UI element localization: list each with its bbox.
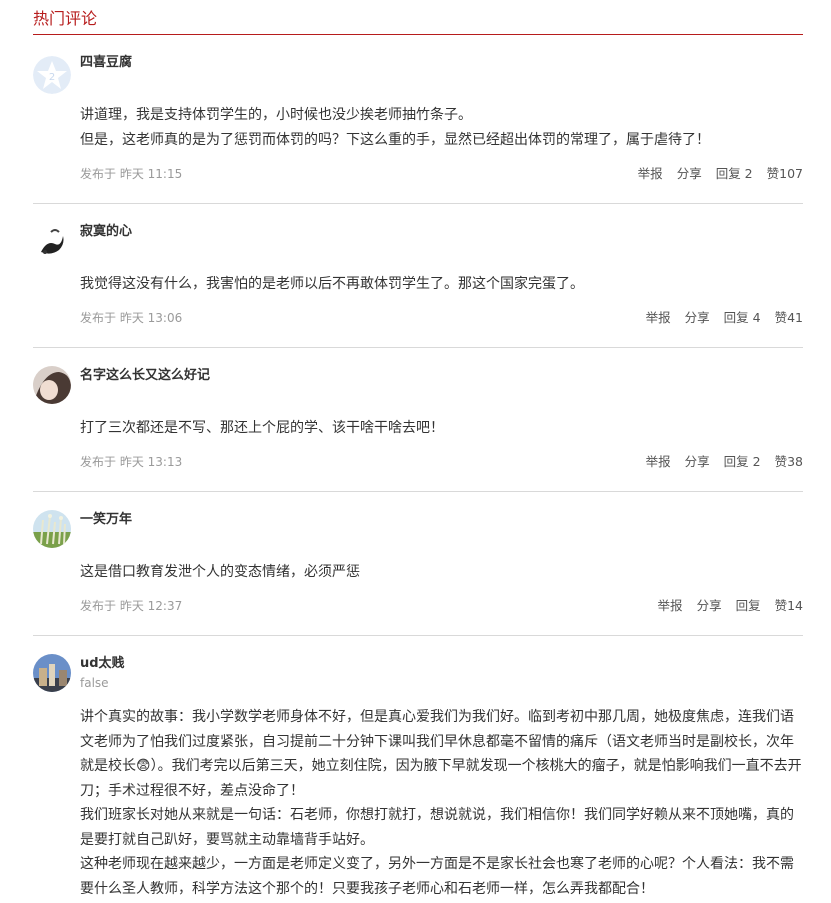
share-button[interactable]: 分享 (685, 307, 710, 326)
reply-button[interactable]: 回复 (736, 595, 761, 614)
report-button[interactable]: 举报 (646, 307, 671, 326)
comment-text: 打了三次都还是不写、那还上个屁的学、该干啥干啥去吧！ (80, 416, 803, 441)
comment-paragraph: 讲道理，我是支持体罚学生的，小时候也没少挨老师抽竹条子。 (80, 107, 472, 123)
reply-button[interactable]: 回复 4 (724, 307, 761, 326)
username[interactable]: 一笑万年 (80, 511, 132, 529)
avatar[interactable] (33, 222, 71, 260)
avatar[interactable] (33, 654, 71, 692)
username[interactable]: ud太贱 (80, 655, 125, 673)
username[interactable]: 寂寞的心 (80, 223, 132, 241)
hot-comments-section: 热门评论 2 四喜豆腐 讲道理，我是支持体罚学生的，小时候也没少挨老师抽竹条子。… (0, 0, 831, 903)
section-header: 热门评论 (33, 8, 803, 35)
comment-text: 这是借口教育发泄个人的变态情绪，必须严惩 (80, 560, 803, 585)
like-button[interactable]: 赞107 (767, 163, 803, 182)
comment-item: 寂寞的心 我觉得这没有什么，我害怕的是老师以后不再敢体罚学生了。那这个国家完蛋了… (33, 204, 803, 348)
post-time: 发布于 昨天 12:37 (80, 599, 183, 613)
comment-item: 名字这么长又这么好记 打了三次都还是不写、那还上个屁的学、该干啥干啥去吧！ 发布… (33, 348, 803, 492)
user-subtitle: false (80, 676, 109, 690)
comment-text: 我觉得这没有什么，我害怕的是老师以后不再敢体罚学生了。那这个国家完蛋了。 (80, 272, 803, 297)
comment-paragraph: 我觉得这没有什么，我害怕的是老师以后不再敢体罚学生了。那这个国家完蛋了。 (80, 276, 584, 292)
comment-meta: 发布于 昨天 11:15 举报 分享 回复 2 赞107 (80, 163, 803, 181)
report-button[interactable]: 举报 (638, 163, 663, 182)
post-time: 发布于 昨天 11:15 (80, 167, 183, 181)
user-avatar-image (33, 654, 71, 692)
avatar[interactable] (33, 366, 71, 404)
share-button[interactable]: 分享 (677, 163, 702, 182)
avatar[interactable]: 2 (33, 56, 71, 94)
comment-paragraph: 但是，这老师真的是为了惩罚而体罚的吗？下这么重的手，显然已经超出体罚的常理了，属… (80, 131, 710, 148)
like-button[interactable]: 赞38 (775, 451, 803, 470)
comment-actions: 举报 分享 回复 2 赞38 (646, 451, 803, 470)
comment-paragraph: 打了三次都还是不写、那还上个屁的学、该干啥干啥去吧！ (80, 420, 444, 436)
default-avatar-icon: 2 (33, 56, 71, 94)
username[interactable]: 四喜豆腐 (80, 54, 132, 72)
comment-actions: 举报 分享 回复 2 赞107 (638, 163, 803, 182)
comment-text: 讲道理，我是支持体罚学生的，小时候也没少挨老师抽竹条子。 但是，这老师真的是为了… (80, 103, 803, 152)
comment-meta: 发布于 昨天 13:06 举报 分享 回复 4 赞41 (80, 307, 803, 325)
reply-button[interactable]: 回复 2 (716, 163, 753, 182)
report-button[interactable]: 举报 (646, 451, 671, 470)
comment-paragraph: 我们班家长对她从来就是一句话：石老师，你想打就打，想说就说，我们相信你！我们同学… (80, 807, 794, 848)
user-avatar-image (33, 366, 71, 404)
comment-paragraph: 这是借口教育发泄个人的变态情绪，必须严惩 (80, 564, 360, 580)
avatar[interactable] (33, 510, 71, 548)
post-time: 发布于 昨天 13:06 (80, 311, 183, 325)
comment-meta: 发布于 昨天 13:13 举报 分享 回复 2 赞38 (80, 451, 803, 469)
comment-paragraph: 这种老师现在越来越少，一方面是老师定义变了，另外一方面是不是家长社会也寒了老师的… (80, 856, 794, 897)
user-avatar-image (33, 510, 71, 548)
share-button[interactable]: 分享 (685, 451, 710, 470)
comment-item: ud太贱 false 讲个真实的故事：我小学数学老师身体不好，但是真心爱我们为我… (33, 636, 803, 903)
share-button[interactable]: 分享 (697, 595, 722, 614)
comment-actions: 举报 分享 回复 赞14 (658, 595, 803, 614)
comment-item: 一笑万年 这是借口教育发泄个人的变态情绪，必须严惩 发布于 昨天 12:37 举… (33, 492, 803, 636)
comment-meta: 发布于 昨天 12:37 举报 分享 回复 赞14 (80, 595, 803, 613)
user-avatar-image (33, 222, 71, 260)
svg-text:2: 2 (49, 72, 55, 83)
comment-paragraph: 讲个真实的故事：我小学数学老师身体不好，但是真心爱我们为我们好。临到考初中那几周… (80, 709, 802, 799)
comment-text: 讲个真实的故事：我小学数学老师身体不好，但是真心爱我们为我们好。临到考初中那几周… (80, 705, 803, 901)
comment-actions: 举报 分享 回复 4 赞41 (646, 307, 803, 326)
section-title: 热门评论 (33, 9, 98, 28)
like-button[interactable]: 赞14 (775, 595, 803, 614)
report-button[interactable]: 举报 (658, 595, 683, 614)
reply-button[interactable]: 回复 2 (724, 451, 761, 470)
comment-item: 2 四喜豆腐 讲道理，我是支持体罚学生的，小时候也没少挨老师抽竹条子。 但是，这… (33, 52, 803, 204)
username[interactable]: 名字这么长又这么好记 (80, 367, 210, 385)
like-button[interactable]: 赞41 (775, 307, 803, 326)
post-time: 发布于 昨天 13:13 (80, 455, 183, 469)
